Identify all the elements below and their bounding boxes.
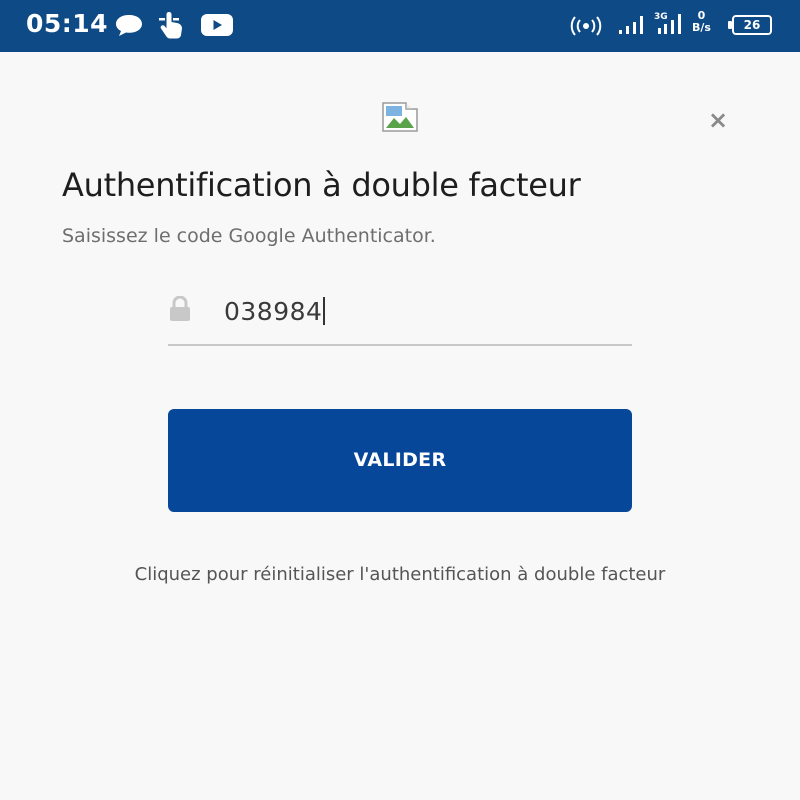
code-value: 038984 [224,297,323,326]
code-input[interactable]: 038984 [224,297,326,326]
subtitle: Saisissez le code Google Authenticator. [62,225,436,247]
authenticator-code-field[interactable]: 038984 [168,286,632,346]
reset-2fa-link[interactable]: Cliquez pour réinitialiser l'authentific… [0,564,800,585]
status-bar: 05:14 3G 0 B/s 26 [0,0,800,52]
network-speed-unit: B/s [692,21,711,34]
chat-icon [114,13,144,41]
hotspot-icon [569,15,603,41]
signal-strength-icon [618,14,650,40]
text-cursor [323,297,326,325]
touch-hand-icon [158,10,186,44]
signal-3g-label: 3G [654,12,668,22]
network-speed: 0 B/s [692,10,711,34]
status-time: 05:14 [26,9,109,38]
youtube-icon [200,13,234,41]
page-title: Authentification à double facteur [62,166,581,204]
close-button[interactable]: × [704,106,732,134]
lock-icon [168,295,192,326]
battery-level: 26 [743,18,761,32]
signal-3g-icon: 3G [654,10,690,40]
battery-icon: 26 [728,15,772,35]
broken-image-icon [382,102,418,132]
validate-button[interactable]: VALIDER [168,409,632,512]
